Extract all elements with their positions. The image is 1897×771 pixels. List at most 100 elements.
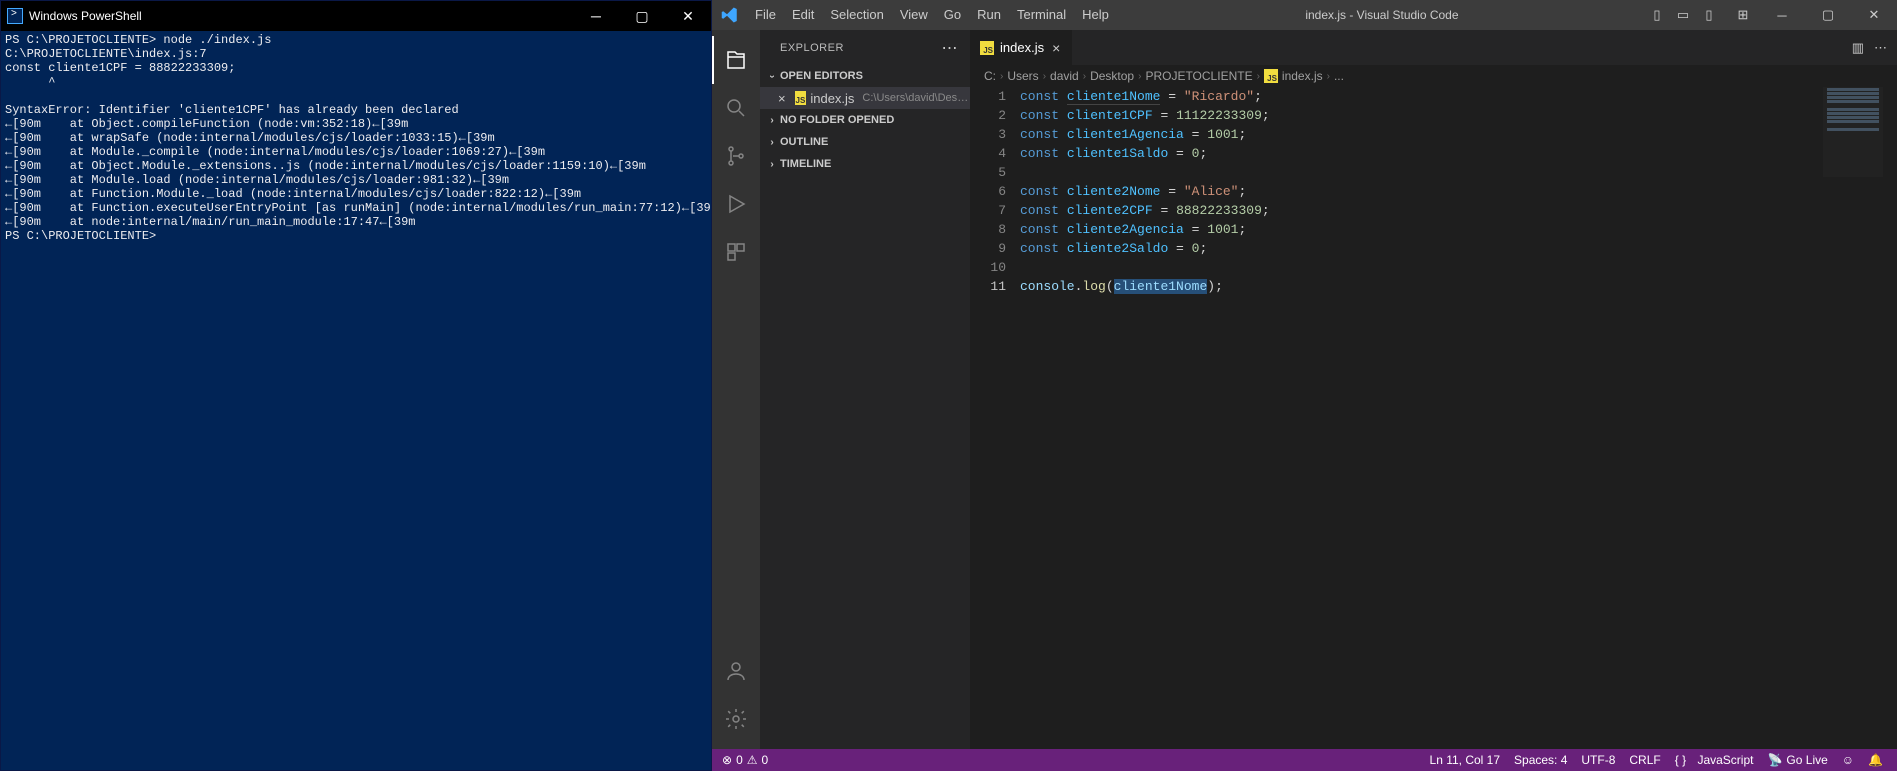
vscode-window-title: index.js - Visual Studio Code: [1117, 8, 1647, 22]
status-bell-icon[interactable]: 🔔: [1868, 753, 1883, 767]
broadcast-icon: 📡: [1767, 753, 1782, 767]
activity-accounts-icon[interactable]: [712, 647, 760, 695]
ps-line: const cliente1CPF = 88822233309;: [5, 61, 235, 75]
js-file-icon: JS: [1264, 69, 1278, 83]
breadcrumb[interactable]: C:› Users› david› Desktop› PROJETOCLIENT…: [970, 65, 1897, 87]
powershell-terminal[interactable]: PS C:\PROJETOCLIENTE> node ./index.js C:…: [1, 31, 711, 770]
file-name: index.js: [810, 91, 854, 106]
bc-item[interactable]: PROJETOCLIENTE: [1145, 69, 1252, 83]
section-timeline[interactable]: › TIMELINE: [760, 153, 970, 175]
vscode-window: File Edit Selection View Go Run Terminal…: [712, 0, 1897, 771]
activity-settings-icon[interactable]: [712, 695, 760, 743]
status-encoding[interactable]: UTF-8: [1581, 753, 1615, 767]
code-editor[interactable]: 1234567891011 const cliente1Nome = "Rica…: [970, 87, 1897, 749]
sidebar-more-icon[interactable]: ⋯: [942, 38, 959, 58]
warning-count: 0: [762, 753, 769, 767]
menu-run[interactable]: Run: [969, 0, 1009, 30]
tab-label: index.js: [1000, 40, 1044, 55]
ps-maximize-button[interactable]: ▢: [619, 1, 665, 31]
chevron-down-icon: ›: [767, 68, 778, 84]
ps-close-button[interactable]: ✕: [665, 1, 711, 31]
vs-minimize-button[interactable]: ─: [1759, 0, 1805, 30]
tab-close-icon[interactable]: ×: [1050, 40, 1062, 56]
file-path: C:\Users\david\Desktop\P...: [862, 92, 970, 104]
vs-maximize-button[interactable]: ▢: [1805, 0, 1851, 30]
tab-more-icon[interactable]: ⋯: [1874, 40, 1887, 56]
powershell-title: Windows PowerShell: [29, 9, 573, 23]
editor-area: JS index.js × ▥ ⋯ C:› Users› david› Desk…: [970, 30, 1897, 749]
ps-line: PS C:\PROJETOCLIENTE> node ./index.js: [5, 33, 271, 47]
status-golive[interactable]: 📡 Go Live: [1767, 753, 1827, 767]
status-language[interactable]: { } JavaScript: [1675, 753, 1754, 767]
chevron-right-icon: ›: [764, 115, 780, 126]
menu-selection[interactable]: Selection: [822, 0, 891, 30]
ps-trace-line: ←[90m at Object.compileFunction (node:vm…: [5, 117, 408, 131]
section-outline[interactable]: › OUTLINE: [760, 131, 970, 153]
ps-prompt: PS C:\PROJETOCLIENTE>: [5, 229, 156, 243]
activity-bar: [712, 30, 760, 749]
layout-bottom-icon[interactable]: ▭: [1673, 5, 1693, 25]
vscode-menubar: File Edit Selection View Go Run Terminal…: [747, 0, 1117, 30]
bc-item[interactable]: Desktop: [1090, 69, 1134, 83]
powershell-icon: [7, 8, 23, 24]
layout-customize-icon[interactable]: ⊞: [1733, 5, 1753, 25]
section-label: TIMELINE: [780, 158, 831, 170]
ps-trace-line: ←[90m at Module.load (node:internal/modu…: [5, 173, 509, 187]
section-label: OUTLINE: [780, 136, 828, 148]
error-icon: ⊗: [722, 753, 732, 767]
activity-search-icon[interactable]: [712, 84, 760, 132]
activity-run-debug-icon[interactable]: [712, 180, 760, 228]
activity-source-control-icon[interactable]: [712, 132, 760, 180]
menu-view[interactable]: View: [892, 0, 936, 30]
close-editor-icon[interactable]: ×: [778, 91, 791, 106]
minimap[interactable]: [1823, 87, 1883, 177]
code-content[interactable]: const cliente1Nome = "Ricardo"; const cl…: [1020, 87, 1897, 749]
ps-minimize-button[interactable]: ─: [573, 1, 619, 31]
status-indent[interactable]: Spaces: 4: [1514, 753, 1567, 767]
powershell-window: Windows PowerShell ─ ▢ ✕ PS C:\PROJETOCL…: [0, 0, 712, 771]
menu-help[interactable]: Help: [1074, 0, 1117, 30]
brackets-icon: { }: [1675, 753, 1686, 767]
section-label: NO FOLDER OPENED: [780, 114, 894, 126]
open-editor-file[interactable]: × JS index.js C:\Users\david\Desktop\P..…: [760, 87, 970, 109]
section-no-folder[interactable]: › NO FOLDER OPENED: [760, 109, 970, 131]
bc-item[interactable]: ...: [1334, 69, 1344, 83]
menu-file[interactable]: File: [747, 0, 784, 30]
menu-terminal[interactable]: Terminal: [1009, 0, 1074, 30]
menu-edit[interactable]: Edit: [784, 0, 822, 30]
explorer-sidebar: EXPLORER ⋯ › OPEN EDITORS × JS index.js …: [760, 30, 970, 749]
status-bar: ⊗0 ⚠0 Ln 11, Col 17 Spaces: 4 UTF-8 CRLF…: [712, 749, 1897, 771]
status-feedback-icon[interactable]: ☺: [1842, 753, 1854, 767]
activity-explorer-icon[interactable]: [712, 36, 760, 84]
bc-item[interactable]: C:: [984, 69, 996, 83]
status-problems[interactable]: ⊗0 ⚠0: [722, 753, 768, 767]
ps-trace-line: ←[90m at Object.Module._extensions..js (…: [5, 159, 646, 173]
layout-right-icon[interactable]: ▯: [1699, 5, 1719, 25]
vscode-titlebar[interactable]: File Edit Selection View Go Run Terminal…: [712, 0, 1897, 30]
split-editor-icon[interactable]: ▥: [1852, 40, 1864, 56]
bc-item[interactable]: david: [1050, 69, 1079, 83]
bc-item[interactable]: index.js: [1282, 69, 1323, 83]
ps-trace-line: ←[90m at Function.Module._load (node:int…: [5, 187, 581, 201]
editor-scrollbar[interactable]: [1883, 87, 1897, 749]
ps-error-line: SyntaxError: Identifier 'cliente1CPF' ha…: [5, 103, 459, 117]
menu-go[interactable]: Go: [936, 0, 969, 30]
section-label: OPEN EDITORS: [780, 70, 863, 82]
vscode-logo-icon: [712, 6, 747, 24]
powershell-titlebar[interactable]: Windows PowerShell ─ ▢ ✕: [1, 1, 711, 31]
chevron-right-icon: ›: [764, 137, 780, 148]
vs-close-button[interactable]: ✕: [1851, 0, 1897, 30]
status-eol[interactable]: CRLF: [1629, 753, 1660, 767]
golive-label: Go Live: [1786, 753, 1827, 767]
tab-indexjs[interactable]: JS index.js ×: [970, 30, 1073, 65]
layout-left-icon[interactable]: ▯: [1647, 5, 1667, 25]
ps-line: C:\PROJETOCLIENTE\index.js:7: [5, 47, 207, 61]
js-file-icon: JS: [795, 91, 806, 105]
section-open-editors[interactable]: › OPEN EDITORS: [760, 65, 970, 87]
ps-trace-line: ←[90m at wrapSafe (node:internal/modules…: [5, 131, 495, 145]
bc-item[interactable]: Users: [1007, 69, 1038, 83]
ps-trace-line: ←[90m at node:internal/main/run_main_mod…: [5, 215, 415, 229]
status-cursor[interactable]: Ln 11, Col 17: [1430, 753, 1501, 767]
activity-extensions-icon[interactable]: [712, 228, 760, 276]
line-gutter: 1234567891011: [970, 87, 1020, 749]
